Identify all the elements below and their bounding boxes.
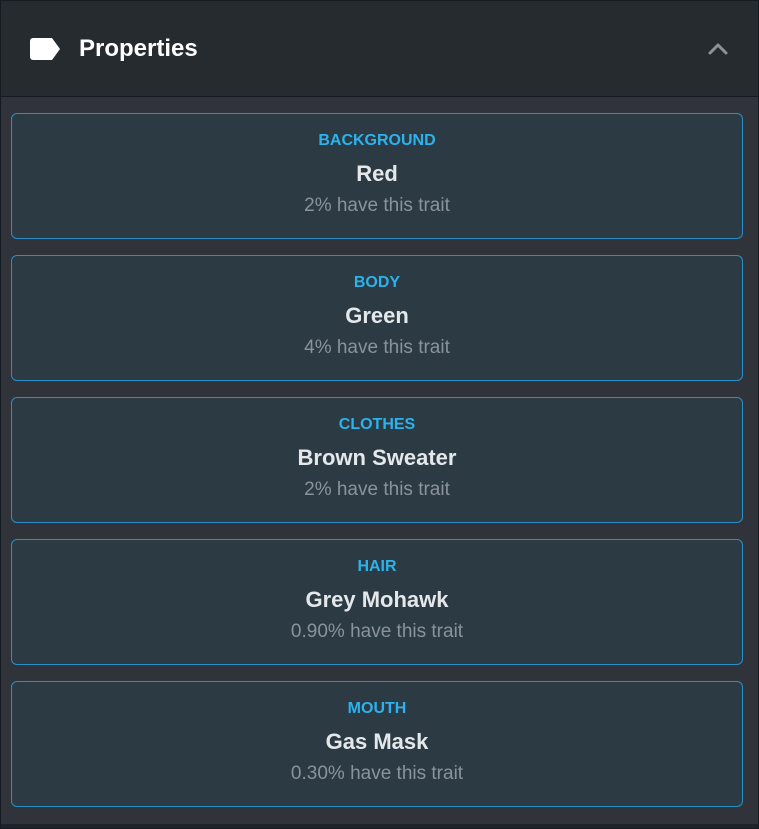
chevron-up-icon[interactable] xyxy=(706,37,730,61)
trait-value: Gas Mask xyxy=(325,729,429,754)
page-title: Properties xyxy=(79,34,198,62)
trait-value: Red xyxy=(356,161,398,186)
trait-card-mouth[interactable]: MOUTH Gas Mask 0.30% have this trait xyxy=(11,681,743,807)
properties-header[interactable]: Properties xyxy=(1,1,758,97)
trait-type: BODY xyxy=(353,274,401,291)
trait-card-body[interactable]: BODY Green 4% have this trait xyxy=(11,255,743,381)
trait-type: MOUTH xyxy=(347,700,407,717)
trait-value: Grey Mohawk xyxy=(305,587,449,612)
trait-rarity: 2% have this trait xyxy=(304,195,450,216)
trait-value: Green xyxy=(345,303,409,328)
panel-bottom-divider xyxy=(1,824,758,828)
trait-rarity: 2% have this trait xyxy=(304,479,450,500)
properties-panel: Properties BACKGROUND Red 2% have this t… xyxy=(0,0,759,829)
trait-card-background[interactable]: BACKGROUND Red 2% have this trait xyxy=(11,113,743,239)
trait-type: CLOTHES xyxy=(338,416,416,433)
trait-type: HAIR xyxy=(357,558,397,575)
trait-rarity: 4% have this trait xyxy=(304,337,450,358)
trait-rarity: 0.90% have this trait xyxy=(290,621,464,642)
properties-list: BACKGROUND Red 2% have this trait BODY G… xyxy=(1,97,758,825)
trait-type: BACKGROUND xyxy=(318,132,436,149)
trait-card-hair[interactable]: HAIR Grey Mohawk 0.90% have this trait xyxy=(11,539,743,665)
trait-value: Brown Sweater xyxy=(297,445,457,470)
trait-card-clothes[interactable]: CLOTHES Brown Sweater 2% have this trait xyxy=(11,397,743,523)
tag-icon xyxy=(30,37,61,60)
trait-rarity: 0.30% have this trait xyxy=(290,763,464,784)
